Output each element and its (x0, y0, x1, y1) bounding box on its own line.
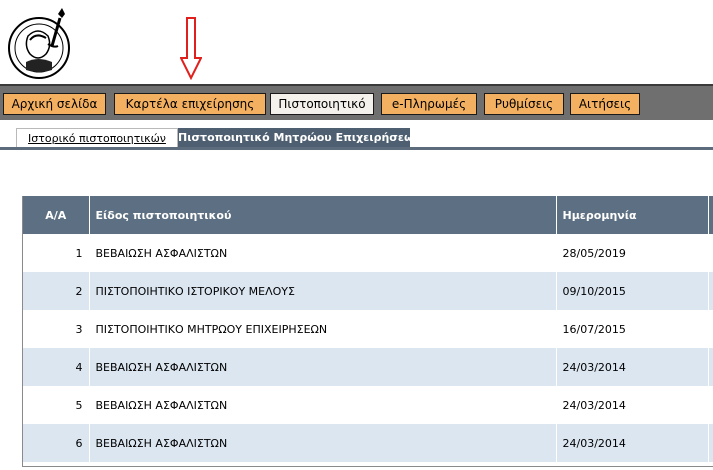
row-extra (708, 272, 713, 310)
row-number: 4 (23, 348, 90, 386)
table-row[interactable]: 6 ΒΕΒΑΙΩΣΗ ΑΣΦΑΛΙΣΤΩΝ 24/03/2014 (23, 424, 713, 462)
row-number: 6 (23, 424, 90, 462)
table-row[interactable]: 3 ΠΙΣΤΟΠΟΙΗΤΙΚΟ ΜΗΤΡΩΟΥ ΕΠΙΧΕΙΡΗΣΕΩΝ 16/… (23, 310, 713, 348)
row-extra (708, 424, 713, 462)
nav-company-card[interactable]: Καρτέλα επιχείρησης (114, 93, 266, 115)
certificate-date: 09/10/2015 (556, 272, 709, 310)
certificate-type: ΒΕΒΑΙΩΣΗ ΑΣΦΑΛΙΣΤΩΝ (89, 348, 557, 386)
nav-applications[interactable]: Αιτήσεις (570, 93, 640, 115)
certificate-type: ΠΙΣΤΟΠΟΙΗΤΙΚΟ ΜΗΤΡΩΟΥ ΕΠΙΧΕΙΡΗΣΕΩΝ (89, 310, 557, 348)
certificate-date: 24/03/2014 (556, 424, 709, 462)
column-header-type[interactable]: Είδος πιστοποιητικού (89, 196, 557, 234)
row-number: 3 (23, 310, 90, 348)
subnav-divider (0, 147, 713, 150)
sub-navigation: Ιστορικό πιστοποιητικών Πιστοποιητικό Μη… (0, 120, 713, 150)
table-row[interactable]: 2 ΠΙΣΤΟΠΟΙΗΤΙΚΟ ΙΣΤΟΡΙΚΟΥ ΜΕΛΟΥΣ 09/10/2… (23, 272, 713, 310)
nav-home[interactable]: Αρχική σελίδα (3, 93, 106, 115)
nav-certificate[interactable]: Πιστοποιητικό (270, 93, 374, 115)
row-extra (708, 234, 713, 272)
tab-registry-certificate[interactable]: Πιστοποιητικό Μητρώου Επιχειρήσεων (178, 128, 421, 147)
column-header-aa[interactable]: Α/Α (23, 196, 90, 234)
table-header-row: Α/Α Είδος πιστοποιητικού Ημερομηνία (23, 196, 713, 234)
table-row[interactable]: 4 ΒΕΒΑΙΩΣΗ ΑΣΦΑΛΙΣΤΩΝ 24/03/2014 (23, 348, 713, 386)
main-navigation: Αρχική σελίδα Καρτέλα επιχείρησης Πιστοπ… (0, 84, 713, 122)
certificate-date: 24/03/2014 (556, 386, 709, 424)
certificate-date: 16/07/2015 (556, 310, 709, 348)
certificate-type: ΒΕΒΑΙΩΣΗ ΑΣΦΑΛΙΣΤΩΝ (89, 386, 557, 424)
certificates-table: Α/Α Είδος πιστοποιητικού Ημερομηνία 1 ΒΕ… (22, 196, 713, 467)
certificate-date: 24/03/2014 (556, 348, 709, 386)
certificate-date: 28/05/2019 (556, 234, 709, 272)
row-extra (708, 348, 713, 386)
nav-settings[interactable]: Ρυθμίσεις (484, 93, 564, 115)
column-header-extra (708, 196, 713, 234)
site-logo[interactable] (6, 6, 76, 80)
row-extra (708, 310, 713, 348)
table-row[interactable]: 1 ΒΕΒΑΙΩΣΗ ΑΣΦΑΛΙΣΤΩΝ 28/05/2019 (23, 234, 713, 272)
row-extra (708, 386, 713, 424)
certificate-type: ΒΕΒΑΙΩΣΗ ΑΣΦΑΛΙΣΤΩΝ (89, 424, 557, 462)
row-number: 2 (23, 272, 90, 310)
certificate-type: ΠΙΣΤΟΠΟΙΗΤΙΚΟ ΙΣΤΟΡΙΚΟΥ ΜΕΛΟΥΣ (89, 272, 557, 310)
row-number: 1 (23, 234, 90, 272)
down-arrow-icon (179, 16, 203, 81)
certificate-type: ΒΕΒΑΙΩΣΗ ΑΣΦΑΛΙΣΤΩΝ (89, 234, 557, 272)
row-number: 5 (23, 386, 90, 424)
nav-e-payments[interactable]: e-Πληρωμές (381, 93, 477, 115)
table-row[interactable]: 5 ΒΕΒΑΙΩΣΗ ΑΣΦΑΛΙΣΤΩΝ 24/03/2014 (23, 386, 713, 424)
column-header-date[interactable]: Ημερομηνία (556, 196, 709, 234)
tab-certificate-history[interactable]: Ιστορικό πιστοποιητικών (16, 128, 178, 148)
